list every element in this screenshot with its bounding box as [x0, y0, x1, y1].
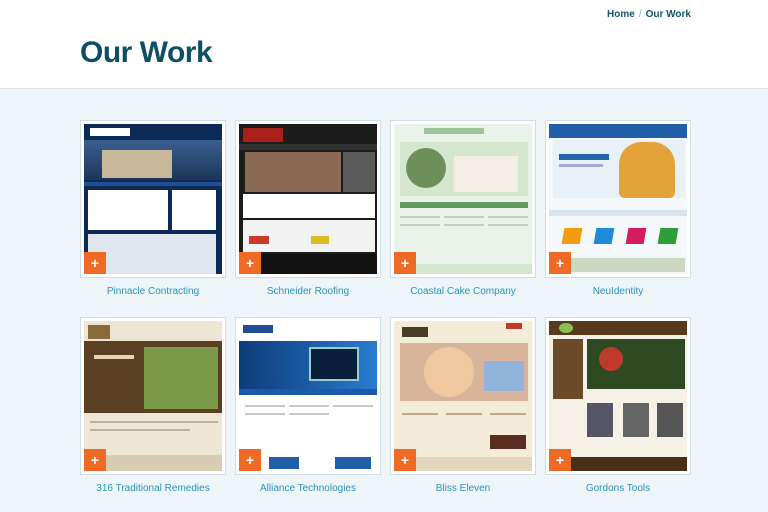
- breadcrumb: Home / Our Work: [607, 9, 691, 20]
- expand-icon[interactable]: +: [84, 252, 106, 274]
- expand-icon[interactable]: +: [239, 449, 261, 471]
- expand-icon[interactable]: +: [394, 252, 416, 274]
- portfolio-caption[interactable]: Schneider Roofing: [235, 286, 381, 297]
- expand-icon[interactable]: +: [549, 449, 571, 471]
- expand-icon[interactable]: +: [239, 252, 261, 274]
- page-header: Home / Our Work Our Work: [0, 0, 768, 89]
- portfolio-caption[interactable]: Bliss Eleven: [390, 483, 536, 494]
- portfolio-caption[interactable]: Gordons Tools: [545, 483, 691, 494]
- portfolio-caption[interactable]: Alliance Technologies: [235, 483, 381, 494]
- portfolio-thumbnail[interactable]: +: [390, 120, 536, 278]
- portfolio-thumbnail[interactable]: +: [235, 120, 381, 278]
- portfolio-thumbnail[interactable]: +: [545, 317, 691, 475]
- portfolio-thumbnail[interactable]: +: [390, 317, 536, 475]
- breadcrumb-separator: /: [638, 9, 642, 20]
- expand-icon[interactable]: +: [549, 252, 571, 274]
- portfolio-thumbnail[interactable]: +: [80, 317, 226, 475]
- portfolio-thumbnail[interactable]: +: [545, 120, 691, 278]
- portfolio-caption[interactable]: Pinnacle Contracting: [80, 286, 226, 297]
- portfolio-caption[interactable]: NeuIdentity: [545, 286, 691, 297]
- expand-icon[interactable]: +: [394, 449, 416, 471]
- breadcrumb-home-link[interactable]: Home: [607, 9, 635, 20]
- portfolio-thumbnail[interactable]: +: [235, 317, 381, 475]
- page-title: Our Work: [80, 36, 213, 69]
- breadcrumb-current: Our Work: [645, 9, 691, 20]
- expand-icon[interactable]: +: [84, 449, 106, 471]
- portfolio-thumbnail[interactable]: +: [80, 120, 226, 278]
- portfolio-caption[interactable]: Coastal Cake Company: [390, 286, 536, 297]
- portfolio-caption[interactable]: 316 Traditional Remedies: [80, 483, 226, 494]
